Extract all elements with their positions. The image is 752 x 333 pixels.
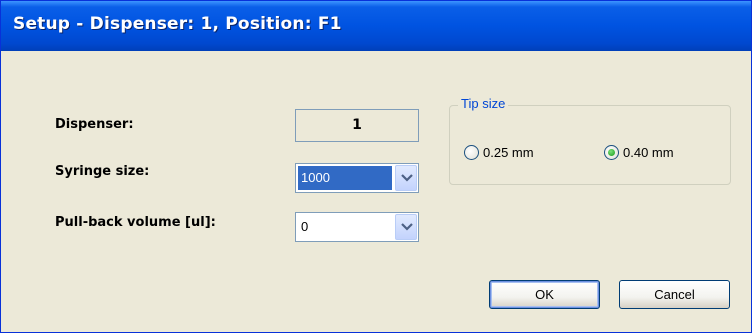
window-title: Setup - Dispenser: 1, Position: F1: [13, 14, 342, 34]
setup-dialog: Setup - Dispenser: 1, Position: F1 Dispe…: [0, 0, 752, 333]
pullback-volume-dropdown-button[interactable]: [395, 214, 417, 240]
syringe-size-value: 1000: [298, 166, 392, 190]
tip-size-radio-040[interactable]: 0.40 mm: [604, 145, 674, 160]
tip-size-group: Tip size 0.25 mm 0.40 mm: [449, 96, 731, 185]
dispenser-label: Dispenser:: [55, 117, 134, 132]
pullback-volume-label: Pull-back volume [ul]:: [55, 215, 216, 230]
tip-size-radio-025[interactable]: 0.25 mm: [464, 145, 534, 160]
ok-button[interactable]: OK: [489, 280, 600, 309]
radio-icon: [464, 145, 479, 160]
tip-size-option-label: 0.40 mm: [623, 145, 674, 160]
syringe-size-dropdown-button[interactable]: [395, 165, 417, 191]
chevron-down-icon: [401, 174, 413, 182]
tip-size-legend: Tip size: [458, 96, 509, 111]
pullback-volume-select[interactable]: 0: [295, 212, 419, 242]
radio-selected-dot: [608, 149, 615, 156]
tip-size-option-label: 0.25 mm: [483, 145, 534, 160]
cancel-button[interactable]: Cancel: [619, 280, 730, 309]
syringe-size-select[interactable]: 1000: [295, 163, 419, 193]
title-bar[interactable]: Setup - Dispenser: 1, Position: F1: [1, 1, 751, 51]
syringe-size-label: Syringe size:: [55, 164, 150, 179]
pullback-volume-value: 0: [301, 219, 309, 234]
radio-icon: [604, 145, 619, 160]
dispenser-value: 1: [295, 109, 419, 142]
chevron-down-icon: [401, 223, 413, 231]
